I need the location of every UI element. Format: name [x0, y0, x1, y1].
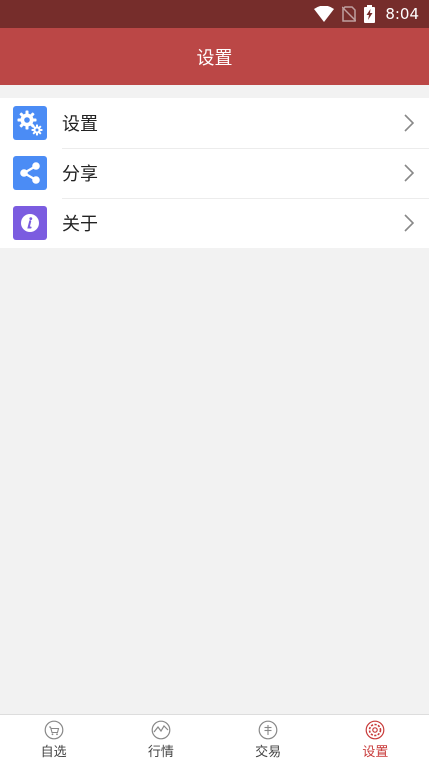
tab-trade[interactable]: 交易: [215, 715, 322, 764]
menu-item-label: 设置: [62, 114, 98, 135]
menu-item-about[interactable]: 关于: [0, 198, 429, 248]
chevron-right-icon: [404, 164, 414, 182]
menu-list: 设置 分享 关于: [0, 98, 429, 248]
wifi-icon: [314, 6, 335, 22]
status-bar: 8:04: [0, 0, 429, 28]
gears-icon: [13, 106, 47, 140]
share-icon: [13, 156, 47, 190]
market-chart-icon: [151, 720, 171, 740]
menu-item-label: 分享: [62, 164, 98, 185]
tab-label: 自选: [40, 745, 67, 760]
tab-label: 交易: [255, 745, 282, 760]
battery-charging-icon: [364, 5, 376, 23]
tab-label: 设置: [362, 745, 389, 760]
status-icons: 8:04: [314, 4, 419, 24]
trade-icon: [258, 720, 278, 740]
tab-label: 行情: [147, 745, 174, 760]
title-bar: 设置: [0, 28, 429, 85]
tab-watchlist[interactable]: 自选: [0, 715, 107, 764]
menu-item-share[interactable]: 分享: [0, 148, 429, 198]
status-time: 8:04: [385, 5, 419, 23]
bottom-tab-bar: 自选 行情 交易 设置: [0, 714, 429, 764]
tab-settings[interactable]: 设置: [322, 715, 429, 764]
menu-item-label: 关于: [62, 214, 98, 235]
chevron-right-icon: [404, 214, 414, 232]
page-title: 设置: [196, 47, 233, 69]
cart-icon: [44, 720, 64, 740]
menu-item-settings[interactable]: 设置: [0, 98, 429, 148]
no-sim-icon: [342, 6, 357, 22]
tab-market[interactable]: 行情: [107, 715, 214, 764]
info-icon: [13, 206, 47, 240]
settings-icon: [365, 720, 385, 740]
chevron-right-icon: [404, 114, 414, 132]
